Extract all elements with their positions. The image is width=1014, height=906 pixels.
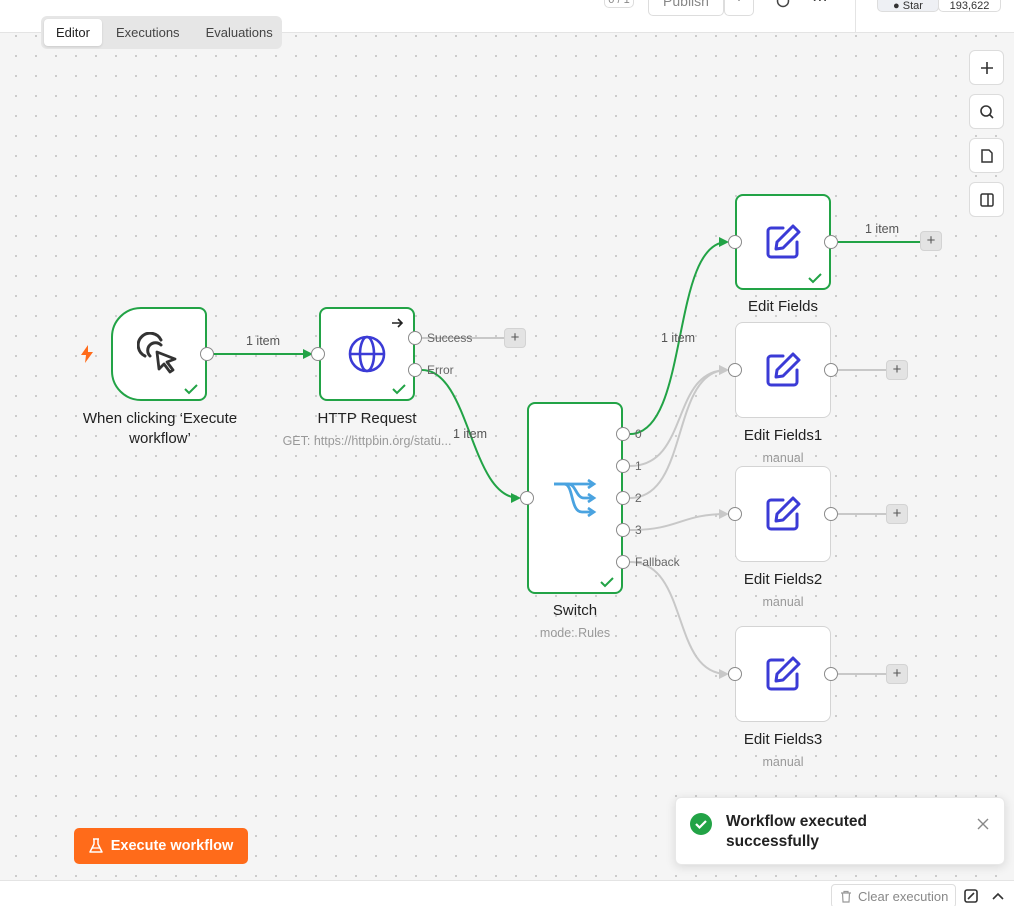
switch-input-handle[interactable]	[520, 491, 534, 505]
edit-icon	[766, 656, 801, 691]
success-check-icon	[184, 384, 198, 395]
switch-output-0-handle[interactable]	[616, 427, 630, 441]
edit-fields3-subtitle: manual	[762, 755, 804, 769]
node-http-request[interactable]	[319, 307, 415, 401]
edit-icon	[766, 224, 801, 259]
add-node-after-edit-fields2-button[interactable]: +	[886, 504, 908, 524]
http-node-subtitle: GET: https://httpbin.org/statu...	[282, 434, 452, 448]
http-error-handle[interactable]	[408, 363, 422, 377]
switch-output-3-handle[interactable]	[616, 523, 630, 537]
node-manual-trigger[interactable]	[111, 307, 207, 401]
node-edit-fields1[interactable]	[735, 322, 831, 418]
switch-port-1-label: 1	[635, 459, 642, 473]
edit-icon	[766, 496, 801, 531]
node-edit-fields2[interactable]	[735, 466, 831, 562]
edit-fields2-input-handle[interactable]	[728, 507, 742, 521]
switch-port-fallback-label: Fallback	[635, 555, 680, 569]
trigger-output-handle[interactable]	[200, 347, 214, 361]
success-toast: Workflow executed successfully	[675, 797, 1005, 865]
http-node-title: HTTP Request	[317, 410, 417, 427]
add-node-after-edit-fields1-button[interactable]: +	[886, 360, 908, 380]
lightning-icon	[81, 345, 93, 363]
execute-workflow-label: Execute workflow	[110, 838, 234, 854]
switch-port-2-label: 2	[635, 491, 642, 505]
edit-fields-output-handle[interactable]	[824, 235, 838, 249]
trigger-title-line1: When clicking ‘Execute	[82, 410, 238, 427]
switch-node-subtitle: mode: Rules	[539, 626, 611, 640]
edit-fields2-output-handle[interactable]	[824, 507, 838, 521]
toast-line1: Workflow executed	[726, 813, 867, 830]
edge-label-edit-out: 1 item	[865, 222, 900, 236]
edit-fields-input-handle[interactable]	[728, 235, 742, 249]
http-input-handle[interactable]	[311, 347, 325, 361]
flask-icon	[89, 838, 103, 853]
node-edit-fields3[interactable]	[735, 626, 831, 722]
clear-execution-label: Clear execution	[858, 888, 949, 904]
edge-switch1-edit1	[629, 365, 729, 467]
toast-message: Workflow executed successfully	[726, 812, 956, 852]
edit-fields1-input-handle[interactable]	[728, 363, 742, 377]
switch-node-title: Switch	[552, 602, 598, 619]
http-port-success-label: Success	[427, 331, 473, 345]
node-switch[interactable]	[527, 402, 623, 594]
edit-fields-title: Edit Fields	[747, 298, 819, 315]
switch-output-1-handle[interactable]	[616, 459, 630, 473]
edit-fields3-output-handle[interactable]	[824, 667, 838, 681]
switch-port-0-label: 0	[635, 427, 642, 441]
edge-label-trigger-http: 1 item	[246, 334, 281, 348]
switch-branches-icon	[554, 478, 597, 518]
open-logs-icon[interactable]	[964, 889, 978, 903]
add-node-after-edit-fields3-button[interactable]: +	[886, 664, 908, 684]
switch-port-3-label: 3	[635, 523, 642, 537]
edit-icon	[766, 352, 801, 387]
trash-icon	[841, 890, 851, 903]
execute-workflow-button[interactable]: Execute workflow	[74, 828, 248, 864]
success-check-icon	[808, 273, 822, 284]
switch-output-fallback-handle[interactable]	[616, 555, 630, 569]
clear-execution-button[interactable]: Clear execution	[831, 884, 956, 906]
add-node-success-button[interactable]: +	[504, 328, 526, 348]
trigger-title-line2: workflow’	[129, 430, 191, 447]
http-success-handle[interactable]	[408, 331, 422, 345]
edge-label-switch-edit: 1 item	[661, 331, 696, 345]
edit-fields2-title: Edit Fields2	[743, 571, 823, 588]
success-check-circle-icon	[690, 813, 712, 835]
edit-fields3-title: Edit Fields3	[743, 731, 823, 748]
http-port-error-label: Error	[427, 363, 454, 377]
edit-fields1-title: Edit Fields1	[743, 427, 823, 444]
trigger-node-title: When clicking ‘Execute workflow’	[60, 409, 260, 449]
edit-fields2-subtitle: manual	[762, 595, 804, 609]
edit-fields1-subtitle: manual	[762, 451, 804, 465]
switch-output-2-handle[interactable]	[616, 491, 630, 505]
success-check-icon	[392, 384, 406, 395]
success-check-icon	[600, 577, 614, 588]
cursor-click-icon	[137, 332, 177, 374]
toast-line2: successfully	[726, 833, 820, 850]
chevron-up-icon[interactable]	[992, 891, 1004, 901]
close-icon[interactable]	[977, 818, 989, 830]
edit-fields3-input-handle[interactable]	[728, 667, 742, 681]
edit-fields1-output-handle[interactable]	[824, 363, 838, 377]
node-edit-fields[interactable]	[735, 194, 831, 290]
edge-switch3-edit2	[629, 509, 729, 531]
arrow-right-icon	[392, 318, 404, 328]
add-node-after-edit-fields-button[interactable]: +	[920, 231, 942, 251]
globe-icon	[348, 335, 386, 373]
connections-layer	[213, 237, 922, 679]
